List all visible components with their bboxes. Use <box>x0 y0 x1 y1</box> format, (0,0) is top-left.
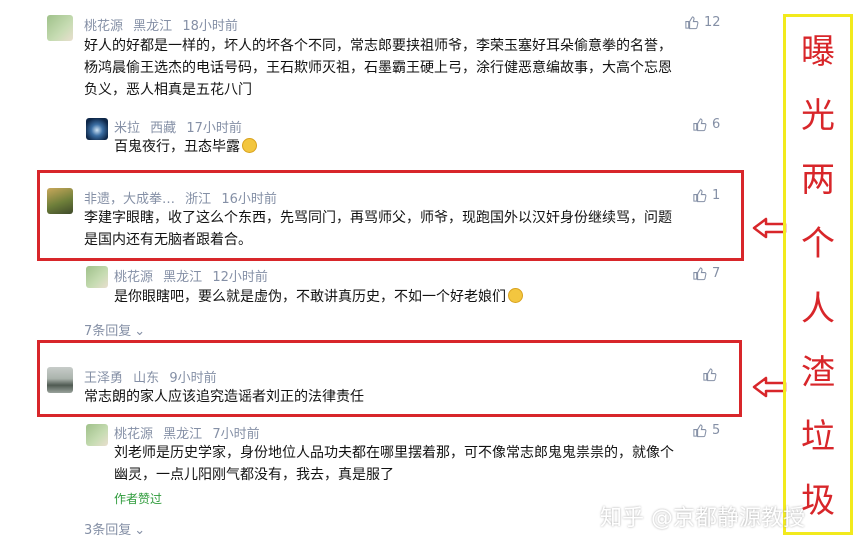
comment-text: 常志朗的家人应该追究造谣者刘正的法律责任 <box>84 389 364 405</box>
comment-meta: 桃花源 黑龙江 7小时前 <box>114 423 266 442</box>
side-char: 光 <box>801 96 835 137</box>
grinning-emoji-icon <box>242 138 257 153</box>
side-char: 圾 <box>801 480 835 521</box>
comment-username[interactable]: 桃花源 <box>114 427 153 442</box>
expand-replies-button[interactable]: 7条回复 ⌄ <box>84 320 145 339</box>
comment-meta: 桃花源 黑龙江 12小时前 <box>114 266 274 285</box>
comment-meta: 王泽勇 山东 9小时前 <box>84 367 223 386</box>
like-button[interactable]: 5 <box>692 423 720 438</box>
avatar[interactable] <box>86 424 108 446</box>
like-button[interactable]: 12 <box>684 15 721 30</box>
comment-location: 黑龙江 <box>133 19 173 34</box>
thumbs-up-icon <box>693 189 707 203</box>
like-button[interactable]: 1 <box>692 188 720 203</box>
comment-time: 7小时前 <box>212 427 260 442</box>
comment-username[interactable]: 非遗，大成拳… <box>84 192 175 207</box>
comment-line: 李建字眼瞎，收了这么个东西，先骂同门，再骂师父，师爷，现跑国外以汉奸身份继续骂，… <box>84 210 672 226</box>
comment-meta: 非遗，大成拳… 浙江 16小时前 <box>84 188 283 207</box>
comment-time: 18小时前 <box>182 19 238 34</box>
side-char: 个 <box>801 224 835 265</box>
comment-text: 李建字眼瞎，收了这么个东西，先骂同门，再骂师父，师爷，现跑国外以汉奸身份继续骂，… <box>84 207 734 251</box>
grinning-emoji-icon <box>508 288 523 303</box>
comment-text: 好人的好都是一样的，坏人的坏各个不同，常志郎要挟祖师爷，李荣玉塞好耳朵偷意拳的名… <box>84 35 724 101</box>
side-char: 渣 <box>801 352 835 393</box>
thumbs-up-icon <box>693 267 707 281</box>
expand-replies-button[interactable]: 3条回复 ⌄ <box>84 519 145 538</box>
comment-line: 杨鸿晨偷王选杰的电话号码，王石欺师灭祖，石墨霸王硬上弓，涂行健恶意编故事，大高个… <box>84 60 672 76</box>
side-annotation-label: 曝 光 两 个 人 渣 垃 圾 <box>783 14 853 535</box>
comment-time: 17小时前 <box>186 121 242 136</box>
like-button[interactable]: 6 <box>692 117 720 132</box>
comment-text: 百鬼夜行，丑态毕露 <box>114 136 257 158</box>
like-count: 7 <box>712 266 721 281</box>
avatar[interactable] <box>86 118 108 140</box>
comment-location: 浙江 <box>185 192 212 207</box>
comment-location: 黑龙江 <box>163 427 203 442</box>
side-char: 垃 <box>801 416 835 457</box>
like-button[interactable] <box>702 367 722 382</box>
comment-meta: 米拉 西藏 17小时前 <box>114 117 248 136</box>
comment-line: 刘老师是历史学家，身份地位人品功夫都在哪里摆着那，可不像常志郎鬼鬼祟祟的，就像个 <box>114 445 674 461</box>
comment-line: 好人的好都是一样的，坏人的坏各个不同，常志郎要挟祖师爷，李荣玉塞好耳朵偷意拳的名… <box>84 38 672 54</box>
comment-line: 是国内还有无脑者跟着合。 <box>84 232 252 248</box>
avatar[interactable] <box>47 188 73 214</box>
author-liked-badge: 作者赞过 <box>114 492 163 506</box>
thumbs-up-icon <box>693 424 707 438</box>
comment-meta: 桃花源 黑龙江 18小时前 <box>84 15 244 34</box>
like-count: 5 <box>712 423 721 438</box>
like-button[interactable]: 7 <box>692 266 720 281</box>
avatar[interactable] <box>47 367 73 393</box>
like-count: 1 <box>712 188 721 203</box>
comment-username[interactable]: 王泽勇 <box>84 371 123 386</box>
side-char: 两 <box>801 160 835 201</box>
comment-line: 负义，恶人相真是五花八门 <box>84 82 252 98</box>
comment-location: 黑龙江 <box>163 270 203 285</box>
comment-text: 是你眼瞎吧，要么就是虚伪，不敢讲真历史，不如一个好老娘们 <box>114 286 523 308</box>
comment-username[interactable]: 桃花源 <box>114 270 153 285</box>
watermark: 知乎 @京都静源教授 <box>600 506 805 531</box>
thumbs-up-icon <box>693 118 707 132</box>
comment-location: 西藏 <box>150 121 177 136</box>
thumbs-up-icon <box>685 16 699 30</box>
like-count: 6 <box>712 117 721 132</box>
comment-line: 幽灵，一点儿阳刚气都没有，我去，真是服了 <box>114 467 394 483</box>
chevron-down-icon: ⌄ <box>134 523 146 538</box>
avatar[interactable] <box>47 15 73 41</box>
comment-username[interactable]: 桃花源 <box>84 19 123 34</box>
comment-text: 刘老师是历史学家，身份地位人品功夫都在哪里摆着那，可不像常志郎鬼鬼祟祟的，就像个… <box>114 442 734 486</box>
thumbs-up-icon <box>703 368 717 382</box>
comment-time: 16小时前 <box>221 192 277 207</box>
avatar[interactable] <box>86 266 108 288</box>
like-count: 12 <box>704 15 721 30</box>
comment-time: 12小时前 <box>212 270 268 285</box>
side-char: 曝 <box>801 32 835 72</box>
side-char: 人 <box>801 288 835 329</box>
comment-username[interactable]: 米拉 <box>114 121 140 136</box>
comment-location: 山东 <box>133 371 160 386</box>
comment-time: 9小时前 <box>169 371 217 386</box>
chevron-down-icon: ⌄ <box>134 324 146 339</box>
